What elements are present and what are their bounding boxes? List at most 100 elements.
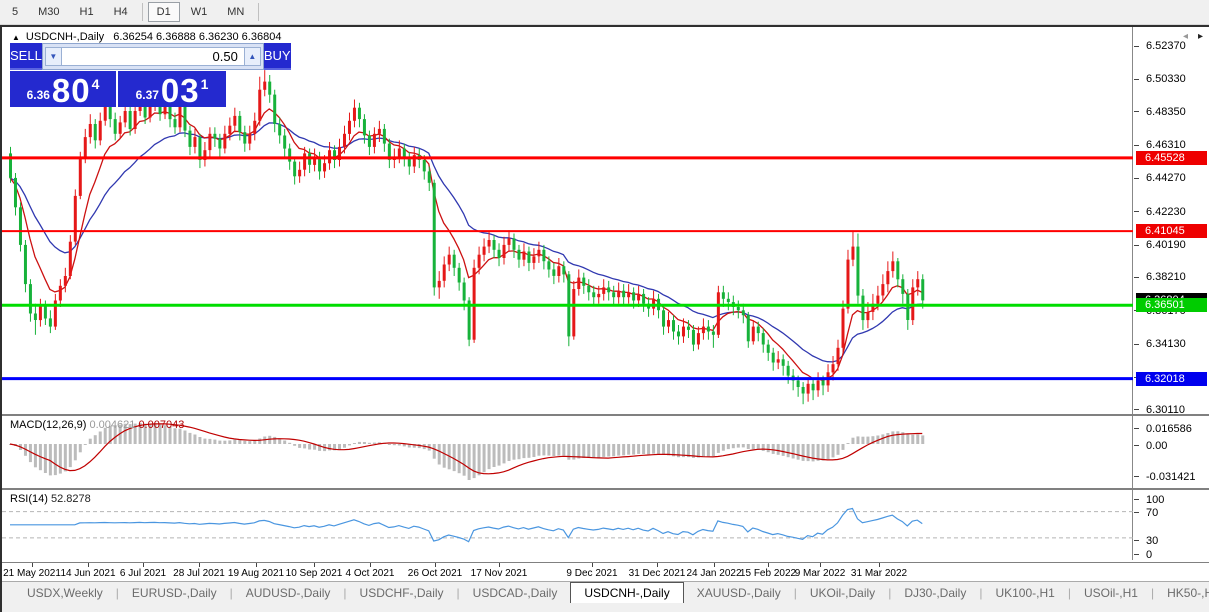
rsi-pane[interactable]: RSI(14) 52.8278 xyxy=(2,490,1133,560)
buy-price-prefix: 6.37 xyxy=(136,88,159,102)
price-tick-mark xyxy=(1134,409,1139,410)
timeframe-button-5[interactable]: 5 xyxy=(3,2,27,22)
macd-axis: 0.016586 0.00 -0.031421 xyxy=(1134,416,1209,488)
macd-signal-value: 0.007043 xyxy=(138,419,184,431)
rsi-tick-mark xyxy=(1134,512,1139,513)
date-tick-label: 6 Jul 2021 xyxy=(120,568,166,579)
rsi-tick-mark xyxy=(1134,540,1139,541)
date-tick-label: 9 Dec 2021 xyxy=(566,568,617,579)
tab-usdx-weekly[interactable]: USDX,Weekly xyxy=(14,582,116,603)
chart-title: ▲ USDCNH-,Daily 6.36254 6.36888 6.36230 6… xyxy=(12,31,281,43)
tab-ukoil-daily[interactable]: UKOil-,Daily xyxy=(797,582,888,603)
volume-increase-button[interactable]: ▲ xyxy=(244,47,261,66)
macd-tick-label: 0.016586 xyxy=(1146,423,1192,435)
price-tick-label: 6.44270 xyxy=(1146,172,1186,184)
timeframe-button-h1[interactable]: H1 xyxy=(71,2,103,22)
tab-usdcad-daily[interactable]: USDCAD-,Daily xyxy=(460,582,571,603)
tab-usoil-h1[interactable]: USOil-,H1 xyxy=(1071,582,1151,603)
macd-tick-mark xyxy=(1134,445,1139,446)
timeframe-button-mn[interactable]: MN xyxy=(218,2,253,22)
date-tick-mark xyxy=(256,563,257,567)
date-tick-mark xyxy=(768,563,769,567)
date-axis[interactable]: 21 May 202114 Jun 20216 Jul 202128 Jul 2… xyxy=(2,562,1209,581)
price-tick-label: 6.42230 xyxy=(1146,206,1186,218)
chart-title-symbol: USDCNH-,Daily xyxy=(26,31,104,43)
price-axis[interactable]: 6.523706.503306.483506.463106.442706.422… xyxy=(1134,27,1209,414)
chart-window: ▲ USDCNH-,Daily 6.36254 6.36888 6.36230 6… xyxy=(0,25,1209,612)
one-click-trade-panel: SELL ▼ ▲ BUY 6.36 80 4 6.37 xyxy=(10,43,226,107)
tab-usdcnh-daily[interactable]: USDCNH-,Daily xyxy=(570,582,683,603)
tab-scroll-right-icon[interactable]: ▸ xyxy=(1198,31,1203,42)
macd-tick-label: 0.00 xyxy=(1146,440,1167,452)
date-tick-mark xyxy=(143,563,144,567)
timeframe-button-m30[interactable]: M30 xyxy=(29,2,68,22)
date-tick-mark xyxy=(714,563,715,567)
date-tick-mark xyxy=(657,563,658,567)
price-tick-mark xyxy=(1134,344,1139,345)
price-chart-pane[interactable]: ▲ USDCNH-,Daily 6.36254 6.36888 6.36230 6… xyxy=(2,27,1133,414)
price-tick-label: 6.48350 xyxy=(1146,106,1186,118)
rsi-tick-label: 30 xyxy=(1146,535,1158,547)
macd-signal-line xyxy=(10,424,922,474)
tab-uk100-h1[interactable]: UK100-,H1 xyxy=(982,582,1067,603)
rsi-value: 52.8278 xyxy=(51,493,91,505)
volume-decrease-button[interactable]: ▼ xyxy=(45,47,62,66)
price-tick-mark xyxy=(1134,46,1139,47)
tab-eurusd-daily[interactable]: EURUSD-,Daily xyxy=(119,582,230,603)
rsi-tick-mark xyxy=(1134,554,1139,555)
rsi-label: RSI(14) 52.8278 xyxy=(10,493,91,505)
macd-tick-label: -0.031421 xyxy=(1146,471,1196,483)
date-tick-label: 17 Nov 2021 xyxy=(471,568,528,579)
date-tick-mark xyxy=(199,563,200,567)
rsi-tick-mark xyxy=(1134,499,1139,500)
price-tick-label: 6.40190 xyxy=(1146,239,1186,251)
toolbar-separator xyxy=(258,3,259,21)
price-tick-label: 6.38210 xyxy=(1146,271,1186,283)
sell-price-prefix: 6.36 xyxy=(27,88,50,102)
sell-price-pip: 4 xyxy=(92,76,100,92)
date-tick-mark xyxy=(435,563,436,567)
macd-pane[interactable]: MACD(12,26,9) 0.004621 0.007043 xyxy=(2,416,1133,488)
timeframe-button-w1[interactable]: W1 xyxy=(182,2,217,22)
rsi-chart xyxy=(2,490,1133,560)
tab-xauusd-daily[interactable]: XAUUSD-,Daily xyxy=(684,582,794,603)
date-tick-mark xyxy=(592,563,593,567)
date-tick-label: 31 Dec 2021 xyxy=(629,568,686,579)
rsi-axis: 10070300 xyxy=(1134,490,1209,560)
sell-price-display[interactable]: 6.36 80 4 xyxy=(10,71,116,107)
buy-price-display[interactable]: 6.37 03 1 xyxy=(118,71,226,107)
tab-audusd-daily[interactable]: AUDUSD-,Daily xyxy=(233,582,344,603)
date-tick-label: 26 Oct 2021 xyxy=(408,568,462,579)
price-tick-mark xyxy=(1134,277,1139,278)
buy-button[interactable]: BUY xyxy=(264,43,291,70)
date-tick-mark xyxy=(499,563,500,567)
date-tick-mark xyxy=(314,563,315,567)
sell-price-big: 80 xyxy=(52,76,91,106)
date-tick-label: 14 Jun 2021 xyxy=(60,568,115,579)
volume-input[interactable] xyxy=(62,47,244,66)
date-tick-mark xyxy=(32,563,33,567)
chart-tab-bar: USDX,Weekly|EURUSD-,Daily|AUDUSD-,Daily|… xyxy=(2,581,1209,603)
tab-dj30-daily[interactable]: DJ30-,Daily xyxy=(891,582,979,603)
tab-usdchf-daily[interactable]: USDCHF-,Daily xyxy=(347,582,457,603)
chart-title-ohlc: 6.36254 6.36888 6.36230 6.36804 xyxy=(113,31,281,43)
date-tick-label: 4 Oct 2021 xyxy=(346,568,395,579)
tab-hk50-h1[interactable]: HK50-,H1 xyxy=(1154,582,1209,603)
date-tick-label: 15 Feb 2022 xyxy=(740,568,796,579)
price-tick-mark xyxy=(1134,245,1139,246)
buy-price-pip: 1 xyxy=(201,76,209,92)
tab-scroll-left-icon[interactable]: ◂ xyxy=(1183,31,1188,42)
price-tick-mark xyxy=(1134,145,1139,146)
price-tick-mark xyxy=(1134,79,1139,80)
macd-label: MACD(12,26,9) 0.004621 0.007043 xyxy=(10,419,184,431)
price-tick-label: 6.52370 xyxy=(1146,40,1186,52)
chart-expand-icon[interactable]: ▲ xyxy=(12,33,20,42)
timeframe-button-h4[interactable]: H4 xyxy=(105,2,137,22)
date-tick-label: 10 Sep 2021 xyxy=(286,568,343,579)
timeframe-button-d1[interactable]: D1 xyxy=(148,2,180,22)
tab-scroll-arrows: ◂▸ xyxy=(1183,31,1203,42)
sell-button[interactable]: SELL xyxy=(10,43,42,70)
trading-platform-window: 5M30H1H4 D1W1MN ▲ USDCNH-,Daily 6.36254 6.… xyxy=(0,0,1209,612)
date-tick-mark xyxy=(879,563,880,567)
volume-spinner: ▼ ▲ xyxy=(42,43,264,70)
